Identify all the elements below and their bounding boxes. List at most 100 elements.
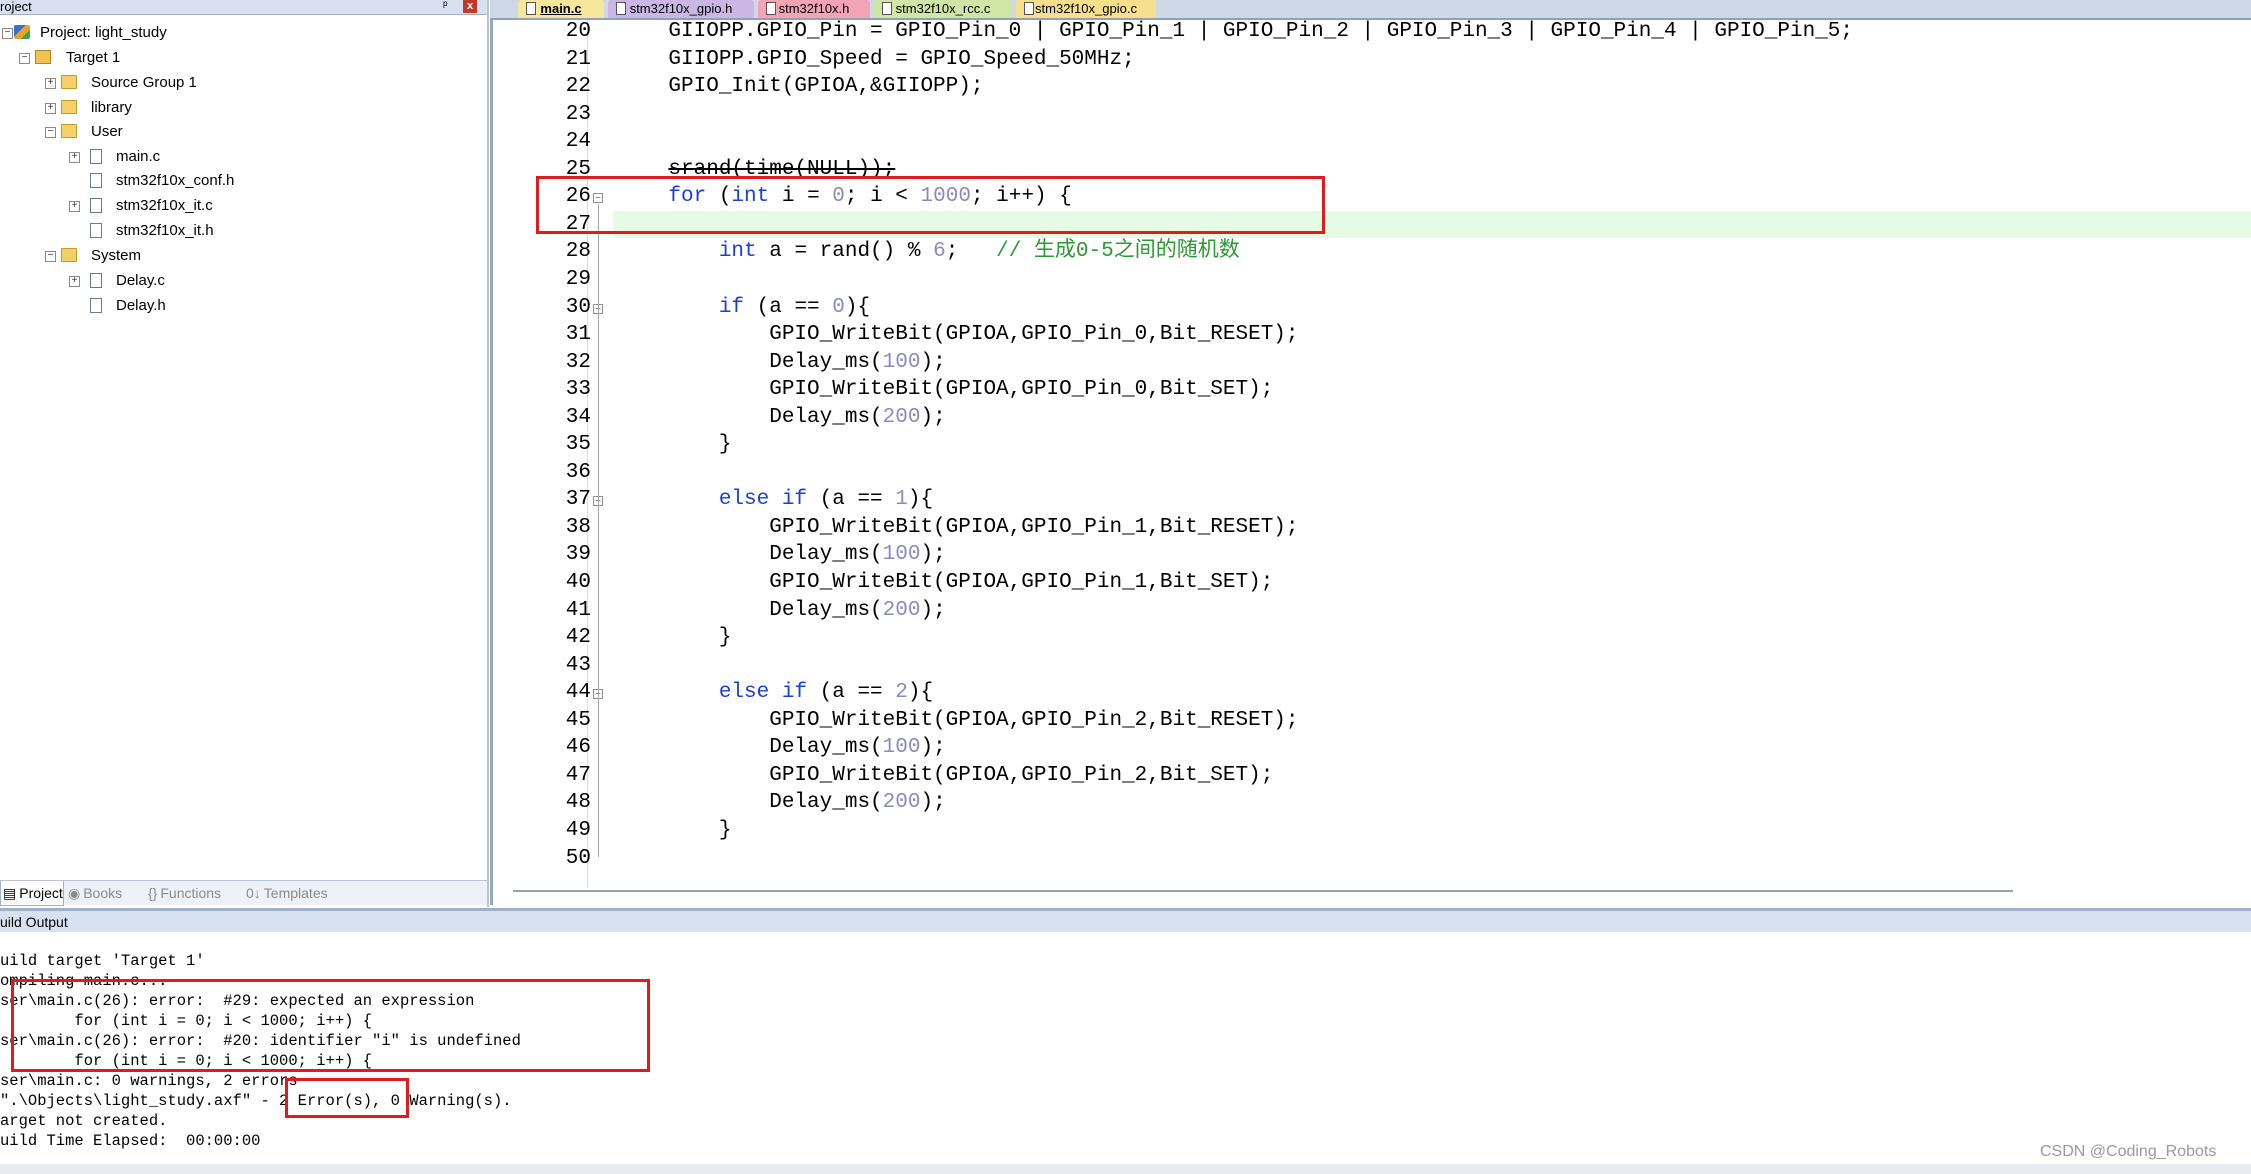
line-number: 21 xyxy=(565,47,591,71)
collapse-icon[interactable]: − xyxy=(45,251,56,262)
line-number: 50 xyxy=(565,846,591,870)
code-line-38[interactable]: GPIO_WriteBit(GPIOA,GPIO_Pin_1,Bit_RESET… xyxy=(618,514,2248,542)
line-number: 38 xyxy=(565,515,591,539)
code-line-45[interactable]: GPIO_WriteBit(GPIOA,GPIO_Pin_2,Bit_RESET… xyxy=(618,707,2248,735)
line-number: 40 xyxy=(565,571,591,594)
code-line-48[interactable]: Delay_ms(200); xyxy=(618,789,2248,817)
build-output-line: uild Time Elapsed: 00:00:00 xyxy=(0,1132,261,1150)
tree-item-source-group-1[interactable]: + Source Group 1 xyxy=(0,72,487,94)
pin-icon[interactable]: ᵖ xyxy=(443,0,448,12)
collapse-icon[interactable]: − xyxy=(19,53,30,64)
editor-tab-label: stm32f10x_gpio.c xyxy=(1035,1,1137,16)
code-line-22[interactable]: GPIO_Init(GPIOA,&GIIOPP); xyxy=(618,73,2248,101)
tree-item-stm32f10x-it-h[interactable]: stm32f10x_it.h xyxy=(0,220,487,242)
code-line-47[interactable]: GPIO_WriteBit(GPIOA,GPIO_Pin_2,Bit_SET); xyxy=(618,762,2248,790)
line-number: 32 xyxy=(565,350,591,374)
tree-item-system[interactable]: − System xyxy=(0,245,487,267)
code-line-41[interactable]: Delay_ms(200); xyxy=(618,597,2248,625)
line-number: 45 xyxy=(565,708,591,732)
tree-item-label: System xyxy=(91,247,142,264)
line-number: 31 xyxy=(565,323,591,347)
code-line-28[interactable]: int a = rand() % 6; // 生成0-5之间的随机数 xyxy=(618,238,2248,266)
code-line-42[interactable]: } xyxy=(618,624,2248,652)
line-number: 47 xyxy=(565,763,591,787)
tree-item-delay-c[interactable]: + Delay.c xyxy=(0,270,487,292)
file-icon xyxy=(90,273,102,288)
code-line-29[interactable] xyxy=(618,266,2248,294)
code-line-35[interactable]: } xyxy=(618,431,2248,459)
functions-icon: {} xyxy=(148,885,158,901)
project-tab-label: Templates xyxy=(263,885,328,901)
tree-item-label: Delay.h xyxy=(116,297,166,314)
project-tab-books[interactable]: ◉ Books xyxy=(66,881,136,905)
tree-item-user[interactable]: − User xyxy=(0,121,487,143)
line-number: 49 xyxy=(565,818,591,842)
editor-tab-stm32f10x-h[interactable]: stm32f10x.h xyxy=(758,0,870,18)
horizontal-scrollbar[interactable] xyxy=(513,888,2013,894)
build-output-line: ".\Objects\light_study.axf" - 2 Error(s)… xyxy=(0,1092,512,1110)
code-editor[interactable]: 20 21 22 23 24 25 26−27 28 29 30−31 32 33 34 35 36 37−3… xyxy=(490,20,2251,905)
code-line-37[interactable]: else if (a == 1){ xyxy=(618,486,2248,514)
code-line-20[interactable]: GIIOPP.GPIO_Pin = GPIO_Pin_0 | GPIO_Pin_… xyxy=(618,18,2248,46)
expand-icon[interactable]: + xyxy=(45,78,56,89)
code-line-30[interactable]: if (a == 0){ xyxy=(618,294,2248,322)
tree-item-delay-h[interactable]: Delay.h xyxy=(0,295,487,317)
project-tab-project[interactable]: ▤ Project xyxy=(0,881,64,906)
project-panel-title: roject xyxy=(0,0,32,14)
line-number: 43 xyxy=(565,653,591,677)
tree-item-label: stm32f10x_it.c xyxy=(116,197,213,214)
tree-item-stm32f10x-it-c[interactable]: + stm32f10x_it.c xyxy=(0,195,487,217)
tree-item-project-light-study[interactable]: − Project: light_study xyxy=(0,22,487,44)
code-line-40[interactable]: GPIO_WriteBit(GPIOA,GPIO_Pin_1,Bit_SET); xyxy=(618,569,2248,597)
tree-item-label: library xyxy=(91,99,132,116)
editor-tab-stm32f10x-gpio-h[interactable]: stm32f10x_gpio.h xyxy=(608,0,754,18)
tree-item-library[interactable]: + library xyxy=(0,97,487,119)
collapse-icon[interactable]: − xyxy=(45,127,56,138)
fold-guide-line xyxy=(598,507,599,638)
line-number: 36 xyxy=(565,460,591,484)
close-icon[interactable]: x xyxy=(463,0,477,13)
tree-item-stm32f10x-conf-h[interactable]: stm32f10x_conf.h xyxy=(0,170,487,192)
editor-tab-main-c[interactable]: main.c xyxy=(518,0,604,18)
project-tab-templates[interactable]: 0↓ Templates xyxy=(244,881,344,905)
project-panel: roject ᵖ x − Project: light_study − Target … xyxy=(0,0,489,907)
project-tab-functions[interactable]: {} Functions xyxy=(146,881,242,905)
code-line-31[interactable]: GPIO_WriteBit(GPIOA,GPIO_Pin_0,Bit_RESET… xyxy=(618,321,2248,349)
code-line-49[interactable]: } xyxy=(618,817,2248,845)
line-number: 46 xyxy=(565,736,591,760)
line-number: 22 xyxy=(565,75,591,99)
editor-tab-label: stm32f10x.h xyxy=(778,1,850,16)
code-line-39[interactable]: Delay_ms(100); xyxy=(618,541,2248,569)
code-line-46[interactable]: Delay_ms(100); xyxy=(618,734,2248,762)
expand-icon[interactable]: + xyxy=(69,152,80,163)
code-line-50[interactable] xyxy=(618,845,2248,873)
fold-guide-line xyxy=(598,700,599,830)
editor-tab-stm32f10x-gpio-c[interactable]: stm32f10x_gpio.c xyxy=(1016,0,1156,18)
code-line-23[interactable] xyxy=(618,101,2248,129)
build-output-line: uild target 'Target 1' xyxy=(0,952,205,970)
code-line-36[interactable] xyxy=(618,459,2248,487)
code-line-44[interactable]: else if (a == 2){ xyxy=(618,679,2248,707)
expand-icon[interactable]: + xyxy=(45,103,56,114)
line-number: 48 xyxy=(565,791,591,815)
line-number: 24 xyxy=(565,130,591,154)
editor-tab-stm32f10x-rcc-c[interactable]: stm32f10x_rcc.c xyxy=(874,0,1012,18)
folder-icon xyxy=(61,75,77,89)
tree-item-label: User xyxy=(91,123,123,140)
build-output-line: ser\main.c: 0 warnings, 2 errors xyxy=(0,1072,298,1090)
project-icon: ▤ xyxy=(3,885,17,901)
project-panel-tabs: ▤ Project ◉ Books {} Functions 0↓ Templates xyxy=(0,880,487,906)
code-line-33[interactable]: GPIO_WriteBit(GPIOA,GPIO_Pin_0,Bit_SET); xyxy=(618,376,2248,404)
project-tab-label: Project xyxy=(19,885,63,901)
watermark: CSDN @Coding_Robots xyxy=(2040,1143,2217,1160)
code-line-43[interactable] xyxy=(618,652,2248,680)
tree-item-target-1[interactable]: − Target 1 xyxy=(0,47,487,69)
code-line-21[interactable]: GIIOPP.GPIO_Speed = GPIO_Speed_50MHz; xyxy=(618,46,2248,74)
code-line-34[interactable]: Delay_ms(200); xyxy=(618,404,2248,432)
code-line-32[interactable]: Delay_ms(100); xyxy=(618,349,2248,377)
collapse-icon[interactable]: − xyxy=(2,28,13,39)
code-line-24[interactable] xyxy=(618,128,2248,156)
expand-icon[interactable]: + xyxy=(69,201,80,212)
tree-item-main-c[interactable]: + main.c xyxy=(0,146,487,168)
expand-icon[interactable]: + xyxy=(69,276,80,287)
